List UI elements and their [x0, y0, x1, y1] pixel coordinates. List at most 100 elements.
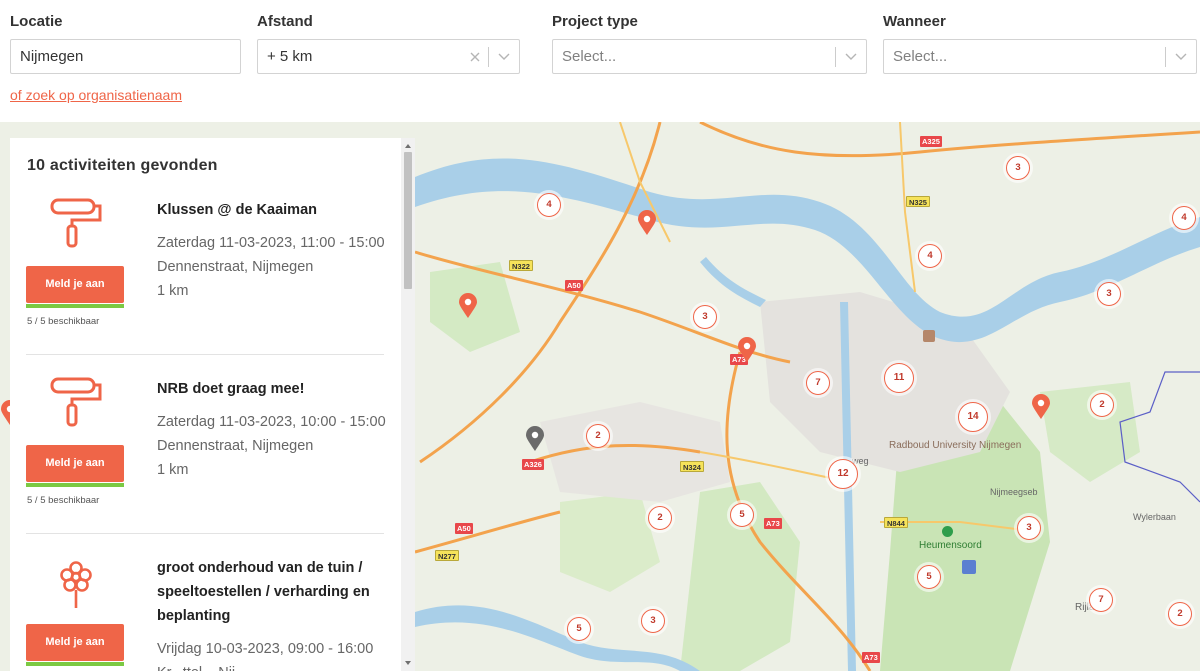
location-input[interactable]: Nijmegen [10, 39, 241, 74]
road-label: A73 [862, 652, 880, 663]
activity-title[interactable]: groot onderhoud van de tuin / speeltoest… [157, 556, 382, 628]
road-label: N844 [884, 517, 908, 528]
project-type-placeholder: Select... [562, 48, 617, 65]
flower-icon [60, 561, 92, 608]
map-pin[interactable] [458, 293, 478, 319]
map-cluster[interactable]: 7 [806, 371, 830, 395]
map-cluster[interactable]: 4 [918, 244, 942, 268]
scroll-up-icon[interactable] [404, 142, 412, 150]
when-label: Wanneer [883, 13, 946, 30]
place-label: Radboud University Nijmegen [889, 440, 1022, 451]
results-count: 10 activiteiten gevonden [27, 157, 218, 174]
activity-distance: 1 km [157, 462, 189, 478]
availability-fill [26, 304, 124, 308]
project-type-label: Project type [552, 13, 638, 30]
road-label: A326 [522, 459, 544, 470]
map-cluster[interactable]: 3 [1017, 516, 1041, 540]
road-label: A50 [455, 523, 473, 534]
search-by-organisation-link[interactable]: of zoek op organisatienaam [10, 87, 182, 103]
road-label: N277 [435, 550, 459, 561]
scroll-down-icon[interactable] [404, 659, 412, 667]
map-cluster[interactable]: 3 [1006, 156, 1030, 180]
map-cluster[interactable]: 2 [1168, 602, 1192, 626]
signup-button[interactable]: Meld je aan [26, 624, 124, 661]
chevron-down-icon[interactable] [843, 40, 859, 73]
activity-title-line: groot onderhoud van de tuin / [157, 560, 363, 576]
activity-address: Dennenstraat, Nijmegen [157, 438, 314, 454]
map-cluster[interactable]: 4 [1172, 206, 1196, 230]
paint-roller-icon [50, 198, 102, 248]
activity-distance: 1 km [157, 283, 189, 299]
road-label: N322 [509, 260, 533, 271]
project-type-select[interactable]: Select... [552, 39, 867, 74]
map-cluster[interactable]: 7 [1089, 588, 1113, 612]
map-cluster[interactable]: 3 [1097, 282, 1121, 306]
scroll-thumb[interactable] [404, 152, 412, 289]
map-pin[interactable] [637, 210, 657, 236]
activity-address: Kr...ttel... Nij... [157, 661, 247, 671]
map-cluster[interactable]: 4 [537, 193, 561, 217]
map-cluster[interactable]: 12 [828, 459, 858, 489]
distance-select[interactable]: + 5 km [257, 39, 520, 74]
activity-card[interactable]: Meld je aan 5 / 5 beschikbaar NRB doet g… [26, 375, 386, 525]
availability-bar [26, 304, 124, 308]
availability-fill [26, 483, 124, 487]
map-pin[interactable] [1031, 394, 1051, 420]
card-divider [26, 354, 384, 355]
current-location-pin[interactable] [525, 426, 545, 452]
road-label: A50 [565, 280, 583, 291]
distance-value: + 5 km [267, 48, 313, 65]
activity-card[interactable]: Meld je aan groot onderhoud van de tuin … [26, 554, 384, 671]
activity-title-line: beplanting [157, 608, 231, 624]
availability-fill [26, 662, 124, 666]
map-cluster[interactable]: 3 [693, 305, 717, 329]
scrollbar[interactable] [401, 138, 415, 671]
location-value: Nijmegen [20, 48, 84, 65]
availability-text: 5 / 5 beschikbaar [27, 316, 100, 327]
map-cluster[interactable]: 5 [917, 565, 941, 589]
activity-title[interactable]: NRB doet graag mee! [157, 377, 382, 401]
road-label: N325 [906, 196, 930, 207]
paint-roller-icon [50, 377, 102, 427]
availability-text: 5 / 5 beschikbaar [27, 495, 100, 506]
road-label: A325 [920, 136, 942, 147]
availability-bar [26, 483, 124, 487]
clear-icon[interactable] [469, 40, 481, 73]
select-separator [488, 47, 489, 67]
map-cluster[interactable]: 5 [730, 503, 754, 527]
university-icon [923, 330, 935, 342]
availability-bar [26, 662, 124, 666]
activity-datetime: Vrijdag 10-03-2023, 09:00 - 16:00 [157, 641, 374, 657]
filter-bar: Locatie Nijmegen Afstand + 5 km Project … [0, 0, 1200, 122]
when-select[interactable]: Select... [883, 39, 1197, 74]
park-icon [942, 526, 953, 537]
select-separator [835, 47, 836, 67]
chevron-down-icon[interactable] [496, 40, 512, 73]
results-panel: 10 activiteiten gevonden Meld je aan 5 /… [10, 138, 415, 671]
map-cluster[interactable]: 2 [1090, 393, 1114, 417]
activity-datetime: Zaterdag 11-03-2023, 11:00 - 15:00 [157, 235, 385, 251]
airfield-icon [962, 560, 976, 574]
map-pin[interactable] [737, 337, 757, 363]
road-label: N324 [680, 461, 704, 472]
map-cluster[interactable]: 11 [884, 363, 914, 393]
signup-button[interactable]: Meld je aan [26, 266, 124, 303]
activity-title-line: speeltoestellen / verharding en [157, 584, 370, 600]
card-divider [26, 533, 384, 534]
place-label: Wylerbaan [1133, 512, 1176, 522]
map-cluster[interactable]: 3 [641, 609, 665, 633]
select-separator [1165, 47, 1166, 67]
map-cluster[interactable]: 2 [586, 424, 610, 448]
place-label: Nijmeegseb [990, 487, 1038, 497]
location-label: Locatie [10, 13, 63, 30]
map-cluster[interactable]: 14 [958, 402, 988, 432]
activity-card[interactable]: Meld je aan 5 / 5 beschikbaar Klussen @ … [26, 196, 385, 346]
activity-title[interactable]: Klussen @ de Kaaiman [157, 198, 382, 222]
when-placeholder: Select... [893, 48, 948, 65]
place-label: Heumensoord [919, 540, 982, 551]
map-cluster[interactable]: 5 [567, 617, 591, 641]
road-label: A73 [764, 518, 782, 529]
map-cluster[interactable]: 2 [648, 506, 672, 530]
chevron-down-icon[interactable] [1173, 40, 1189, 73]
signup-button[interactable]: Meld je aan [26, 445, 124, 482]
